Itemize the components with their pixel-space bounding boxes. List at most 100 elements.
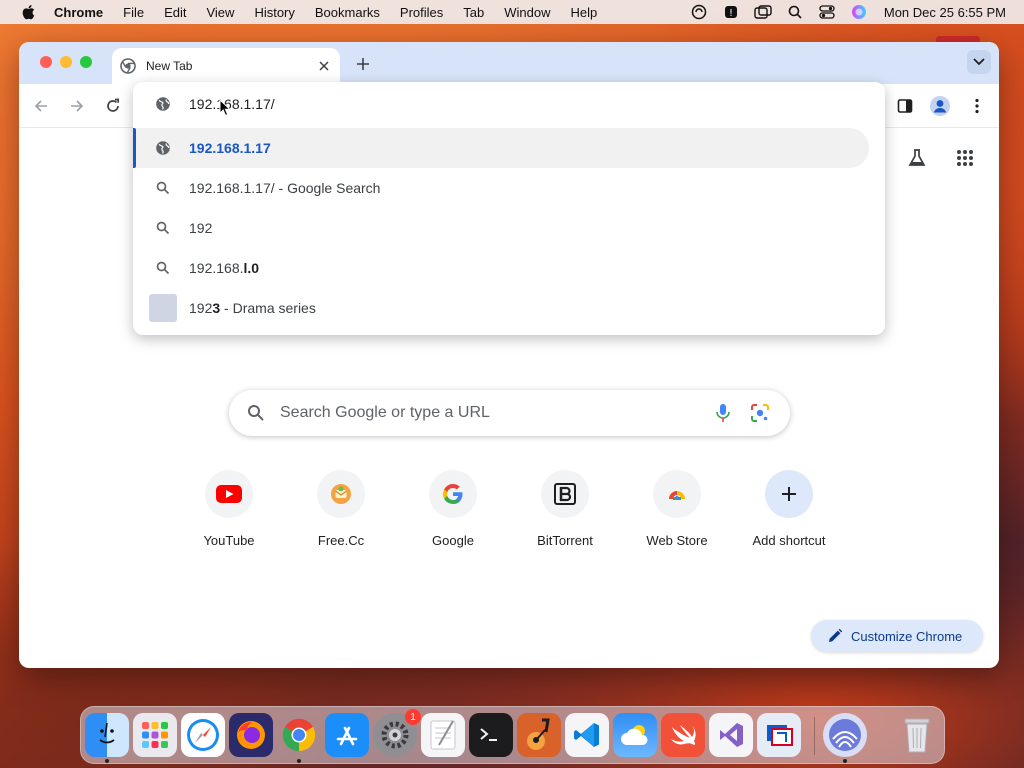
shortcut-freecc[interactable]: Free.Cc [285,470,397,560]
globe-icon [156,97,170,111]
remote-desktop-icon[interactable] [757,713,801,757]
vscode-icon[interactable] [565,713,609,757]
microphone-icon[interactable] [714,403,732,423]
menu-tab[interactable]: Tab [463,5,484,20]
menu-profiles[interactable]: Profiles [400,5,443,20]
new-tab-button[interactable] [353,54,373,74]
suggestion-item-search[interactable]: 192.168.l.0 [133,248,885,288]
customize-chrome-button[interactable]: Customize Chrome [811,620,983,652]
swift-icon[interactable] [661,713,705,757]
shortcut-icon-circle [205,470,253,518]
evernote-status-icon[interactable]: ! [722,4,740,20]
tab-search-button[interactable] [967,50,991,74]
menu-window[interactable]: Window [504,5,550,20]
chrome-menu-icon[interactable] [967,96,987,116]
google-apps-icon[interactable] [953,146,977,170]
suggestion-text: 192.168.1.17/ - Google Search [189,180,381,196]
shortcut-youtube[interactable]: YouTube [173,470,285,560]
suggestion-item-url[interactable]: 192.168.1.17 [133,128,869,168]
labs-flask-icon[interactable] [905,146,929,170]
shortcut-label: YouTube [203,533,255,548]
siri-icon[interactable] [850,4,868,20]
suggestion-item-search[interactable]: 192.168.1.17/ - Google Search [133,168,885,208]
weather-icon[interactable] [613,713,657,757]
ntp-search-box[interactable]: Search Google or type a URL [229,390,790,436]
app-store-icon[interactable] [325,713,369,757]
search-icon [155,260,171,276]
close-window-button[interactable] [40,56,52,68]
profile-avatar-icon[interactable] [930,96,950,116]
mouse-cursor-icon [219,99,231,117]
windows-status-icon[interactable] [754,4,772,20]
shortcut-web-store[interactable]: Web Store [621,470,733,560]
visual-studio-icon[interactable] [709,713,753,757]
omnibox-input-text[interactable]: 192.168.1.17/ [189,96,275,112]
suggestion-item-search[interactable]: 192 [133,208,885,248]
shortcut-label: Add shortcut [752,533,826,548]
sync-status-icon[interactable] [690,4,708,20]
menu-view[interactable]: View [206,5,234,20]
running-indicator [105,759,109,763]
shortcut-icon-circle [765,470,813,518]
bittorrent-dock-icon[interactable] [823,713,867,757]
spotlight-search-icon[interactable] [786,4,804,20]
side-panel-icon[interactable] [895,96,915,116]
notification-badge: 1 [405,709,421,725]
google-icon [442,484,463,505]
finder-icon[interactable] [85,713,129,757]
search-icon [155,180,171,196]
youtube-icon [216,485,242,503]
suggestion-text-suffix: - Drama series [220,300,316,316]
minimize-window-button[interactable] [60,56,72,68]
garageband-icon[interactable] [517,713,561,757]
suggestion-text: 1923 - Drama series [189,300,316,316]
menu-edit[interactable]: Edit [164,5,186,20]
shortcut-label: BitTorrent [537,533,593,548]
chrome-icon[interactable] [277,713,321,757]
reload-button[interactable] [103,96,123,116]
shortcut-label: Google [432,533,474,548]
menu-app-name[interactable]: Chrome [54,5,103,20]
menu-bookmarks[interactable]: Bookmarks [315,5,380,20]
search-placeholder: Search Google or type a URL [280,404,490,421]
globe-icon [155,140,171,156]
running-indicator [297,759,301,763]
suggestion-item-entity[interactable]: 1923 - Drama series [133,288,885,328]
system-settings-icon[interactable]: 1 [373,709,421,757]
dock: 1 [80,706,945,764]
tab-title: New Tab [146,59,193,73]
suggestion-text-prefix: 192 [189,300,213,316]
menu-file[interactable]: File [123,5,144,20]
menu-help[interactable]: Help [571,5,598,20]
shortcut-bittorrent[interactable]: BitTorrent [509,470,621,560]
add-shortcut-button[interactable]: Add shortcut [733,470,845,560]
tab-new-tab[interactable]: New Tab [112,48,340,84]
menu-history[interactable]: History [254,5,294,20]
launchpad-icon[interactable] [133,713,177,757]
forward-button[interactable] [67,96,87,116]
shortcut-label: Web Store [646,533,708,548]
customize-chrome-label: Customize Chrome [851,628,963,644]
menubar-clock[interactable]: Mon Dec 25 6:55 PM [884,5,1006,20]
freecc-icon [331,484,351,504]
suggestion-text: 192 [189,220,213,236]
zoom-window-button[interactable] [80,56,92,68]
shortcut-google[interactable]: Google [397,470,509,560]
omnibox-dropdown: 192.168.1.17/ 192.168.1.17 192.168.1.17/… [133,82,885,335]
status-area: ! Mon Dec 25 6:55 PM [690,0,1006,24]
trash-icon[interactable] [895,713,939,757]
textedit-icon[interactable] [421,713,465,757]
omnibox[interactable]: 192.168.1.17/ [133,82,885,126]
shortcut-label: Free.Cc [317,533,365,548]
firefox-icon[interactable] [229,713,273,757]
safari-icon[interactable] [181,713,225,757]
control-center-icon[interactable] [818,4,836,20]
apple-menu-icon[interactable] [20,3,38,21]
shortcut-icon-circle [317,470,365,518]
terminal-icon[interactable] [469,713,513,757]
google-lens-icon[interactable] [750,403,770,423]
pencil-icon [829,628,843,642]
tab-close-icon[interactable] [316,58,332,74]
tab-strip: New Tab [19,42,999,84]
back-button[interactable] [31,96,51,116]
